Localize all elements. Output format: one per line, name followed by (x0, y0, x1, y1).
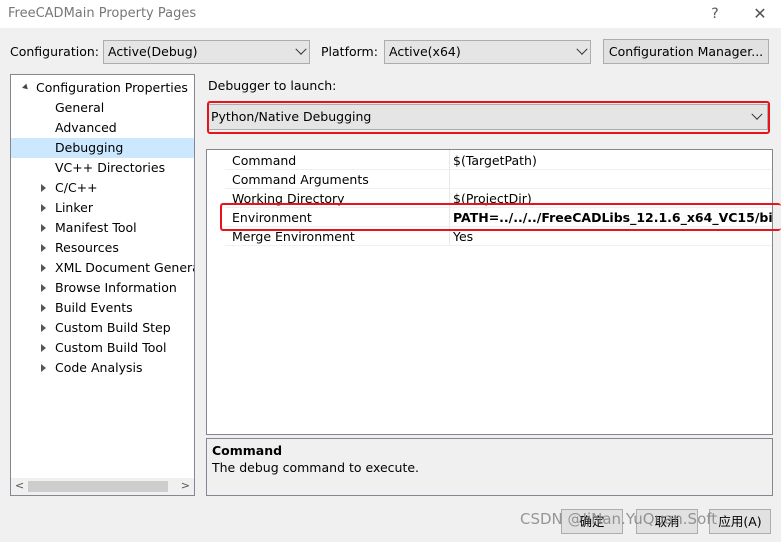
tree-item-label: Linker (55, 200, 93, 215)
debugger-label: Debugger to launch: (208, 78, 337, 93)
description-title: Command (212, 443, 283, 458)
collapsed-arrow-icon[interactable] (41, 264, 46, 272)
tree-item-label: Build Events (55, 300, 133, 315)
tree-item-label: Code Analysis (55, 360, 143, 375)
description-text: The debug command to execute. (212, 460, 420, 475)
tree-item-label: XML Document Generat (55, 260, 195, 275)
tree-item[interactable]: Manifest Tool (11, 218, 194, 238)
tree-item-label: Custom Build Step (55, 320, 171, 335)
tree-item[interactable]: C/C++ (11, 178, 194, 198)
property-name: Command (232, 153, 297, 168)
scroll-thumb[interactable] (28, 481, 168, 492)
collapsed-arrow-icon[interactable] (41, 344, 46, 352)
configuration-dropdown[interactable]: Active(Debug) (103, 40, 310, 64)
tree-item[interactable]: Custom Build Step (11, 318, 194, 338)
tree-item[interactable]: Advanced (11, 118, 194, 138)
close-button[interactable]: ✕ (745, 3, 775, 25)
property-row[interactable]: Command $(TargetPath) (207, 151, 772, 170)
description-pane: Command The debug command to execute. (206, 438, 773, 496)
platform-dropdown[interactable]: Active(x64) (384, 40, 591, 64)
tree-item-label: Browse Information (55, 280, 177, 295)
tree-item[interactable]: Linker (11, 198, 194, 218)
watermark: CSDN @JiNan.YuQuan.Soft (520, 510, 718, 528)
configuration-value: Active(Debug) (108, 44, 198, 59)
tree-item-label: VC++ Directories (55, 160, 166, 175)
collapsed-arrow-icon[interactable] (41, 184, 46, 192)
collapsed-arrow-icon[interactable] (41, 224, 46, 232)
chevron-down-icon (576, 43, 588, 55)
environment-highlight-box (220, 203, 781, 231)
property-row[interactable]: Command Arguments (207, 170, 772, 189)
tree-item[interactable]: Build Events (11, 298, 194, 318)
collapsed-arrow-icon[interactable] (41, 364, 46, 372)
tree-item[interactable]: General (11, 98, 194, 118)
tree-item[interactable]: Debugging (11, 138, 194, 158)
help-button[interactable]: ? (700, 3, 730, 25)
tree-item-label: C/C++ (55, 180, 98, 195)
tree-item[interactable]: XML Document Generat (11, 258, 194, 278)
tree-item[interactable]: Browse Information (11, 278, 194, 298)
expanded-arrow-icon[interactable] (22, 83, 30, 92)
tree-item[interactable]: VC++ Directories (11, 158, 194, 178)
property-tree[interactable]: Configuration Properties General Advanced… (10, 74, 195, 496)
platform-value: Active(x64) (389, 44, 461, 59)
tree-horizontal-scrollbar[interactable]: < > (11, 478, 194, 495)
property-value[interactable]: $(TargetPath) (453, 151, 537, 170)
configuration-manager-button[interactable]: Configuration Manager... (603, 39, 769, 64)
window-title: FreeCADMain Property Pages (8, 6, 197, 21)
tree-item[interactable]: Code Analysis (11, 358, 194, 378)
debugger-highlight-box (207, 101, 770, 134)
scroll-right-icon[interactable]: > (181, 479, 190, 492)
tree-item[interactable]: Custom Build Tool (11, 338, 194, 358)
property-name: Command Arguments (232, 172, 369, 187)
platform-label: Platform: (321, 44, 378, 59)
title-bar: FreeCADMain Property Pages ? ✕ (0, 0, 781, 28)
apply-button[interactable]: 应用(A) (709, 509, 771, 534)
collapsed-arrow-icon[interactable] (41, 244, 46, 252)
tree-root-configuration-properties[interactable]: Configuration Properties (11, 78, 194, 98)
collapsed-arrow-icon[interactable] (41, 204, 46, 212)
tree-item-label: General (55, 100, 105, 115)
row-divider (225, 245, 772, 246)
collapsed-arrow-icon[interactable] (41, 304, 46, 312)
property-grid: Command $(TargetPath) Command Arguments Wor… (206, 149, 773, 435)
tree-item-label: Custom Build Tool (55, 340, 167, 355)
tree-item-label: Advanced (55, 120, 117, 135)
tree-item-label: Manifest Tool (55, 220, 137, 235)
tree-root-label: Configuration Properties (36, 80, 188, 95)
collapsed-arrow-icon[interactable] (41, 284, 46, 292)
configuration-label: Configuration: (10, 44, 99, 59)
chevron-down-icon (295, 43, 307, 55)
tree-item-label: Resources (55, 240, 119, 255)
collapsed-arrow-icon[interactable] (41, 324, 46, 332)
tree-item[interactable]: Resources (11, 238, 194, 258)
scroll-left-icon[interactable]: < (15, 479, 24, 492)
tree-item-label: Debugging (55, 140, 124, 155)
